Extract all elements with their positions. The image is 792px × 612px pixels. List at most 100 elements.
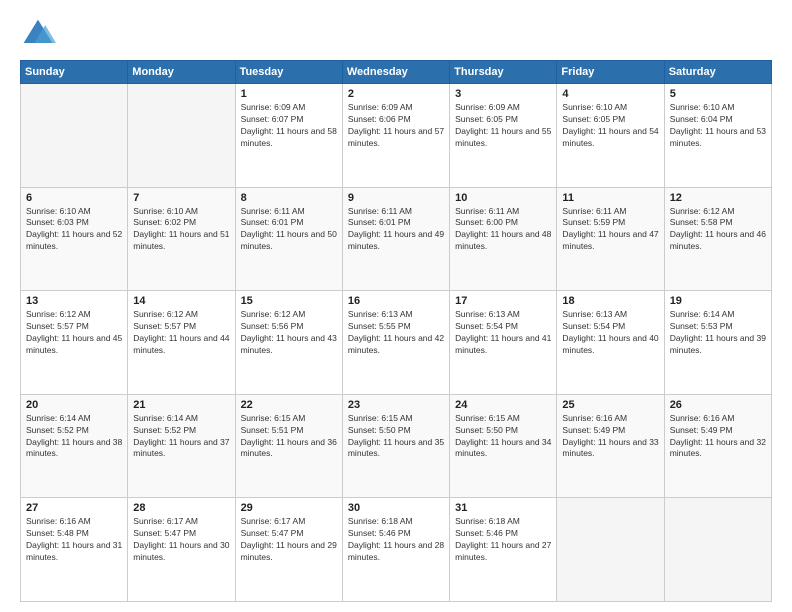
day-info: Sunrise: 6:16 AM Sunset: 5:49 PM Dayligh… xyxy=(670,413,766,461)
day-cell: 10 Sunrise: 6:11 AM Sunset: 6:00 PM Dayli… xyxy=(450,187,557,291)
day-number: 24 xyxy=(455,399,551,411)
day-info: Sunrise: 6:15 AM Sunset: 5:51 PM Dayligh… xyxy=(241,413,337,461)
day-info: Sunrise: 6:10 AM Sunset: 6:05 PM Dayligh… xyxy=(562,102,658,150)
day-cell: 20Sunrise: 6:14 AM Sunset: 5:52 PM Dayli… xyxy=(21,394,128,498)
day-number: 15 xyxy=(241,295,337,307)
day-cell xyxy=(664,498,771,602)
day-info: Sunrise: 6:10 AM Sunset: 6:03 PM Dayligh… xyxy=(26,206,122,254)
day-info: Sunrise: 6:18 AM Sunset: 5:46 PM Dayligh… xyxy=(348,516,444,564)
logo xyxy=(20,16,60,52)
day-info: Sunrise: 6:14 AM Sunset: 5:52 PM Dayligh… xyxy=(26,413,122,461)
day-cell: 8 Sunrise: 6:11 AM Sunset: 6:01 PM Daylig… xyxy=(235,187,342,291)
day-info: Sunrise: 6:13 AM Sunset: 5:55 PM Dayligh… xyxy=(348,309,444,357)
day-info: Sunrise: 6:09 AM Sunset: 6:05 PM Dayligh… xyxy=(455,102,551,150)
page: SundayMondayTuesdayWednesdayThursdayFrid… xyxy=(0,0,792,612)
day-number: 13 xyxy=(26,295,122,307)
day-info: Sunrise: 6:14 AM Sunset: 5:52 PM Dayligh… xyxy=(133,413,229,461)
day-cell xyxy=(557,498,664,602)
day-number: 9 xyxy=(348,192,444,204)
day-header-tuesday: Tuesday xyxy=(235,61,342,84)
day-cell: 11Sunrise: 6:11 AM Sunset: 5:59 PM Dayli… xyxy=(557,187,664,291)
day-cell: 3 Sunrise: 6:09 AM Sunset: 6:05 PM Daylig… xyxy=(450,84,557,188)
day-number: 25 xyxy=(562,399,658,411)
day-cell: 1 Sunrise: 6:09 AM Sunset: 6:07 PM Daylig… xyxy=(235,84,342,188)
day-number: 19 xyxy=(670,295,766,307)
day-info: Sunrise: 6:09 AM Sunset: 6:07 PM Dayligh… xyxy=(241,102,337,150)
day-cell: 29 Sunrise: 6:17 AM Sunset: 5:47 PM Dayli… xyxy=(235,498,342,602)
day-number: 27 xyxy=(26,502,122,514)
day-info: Sunrise: 6:11 AM Sunset: 6:01 PM Dayligh… xyxy=(241,206,337,254)
day-number: 7 xyxy=(133,192,229,204)
day-info: Sunrise: 6:12 AM Sunset: 5:56 PM Dayligh… xyxy=(241,309,337,357)
day-header-saturday: Saturday xyxy=(664,61,771,84)
day-info: Sunrise: 6:17 AM Sunset: 5:47 PM Dayligh… xyxy=(133,516,229,564)
day-cell: 15 Sunrise: 6:12 AM Sunset: 5:56 PM Dayli… xyxy=(235,291,342,395)
day-info: Sunrise: 6:09 AM Sunset: 6:06 PM Dayligh… xyxy=(348,102,444,150)
day-info: Sunrise: 6:11 AM Sunset: 6:00 PM Dayligh… xyxy=(455,206,551,254)
week-row-5: 27 Sunrise: 6:16 AM Sunset: 5:48 PM Dayli… xyxy=(21,498,772,602)
day-info: Sunrise: 6:10 AM Sunset: 6:02 PM Dayligh… xyxy=(133,206,229,254)
day-cell: 24 Sunrise: 6:15 AM Sunset: 5:50 PM Dayli… xyxy=(450,394,557,498)
day-info: Sunrise: 6:16 AM Sunset: 5:49 PM Dayligh… xyxy=(562,413,658,461)
day-info: Sunrise: 6:10 AM Sunset: 6:04 PM Dayligh… xyxy=(670,102,766,150)
day-number: 12 xyxy=(670,192,766,204)
logo-icon xyxy=(20,16,56,52)
day-number: 22 xyxy=(241,399,337,411)
day-info: Sunrise: 6:11 AM Sunset: 6:01 PM Dayligh… xyxy=(348,206,444,254)
day-number: 18 xyxy=(562,295,658,307)
day-info: Sunrise: 6:12 AM Sunset: 5:58 PM Dayligh… xyxy=(670,206,766,254)
week-row-4: 20Sunrise: 6:14 AM Sunset: 5:52 PM Dayli… xyxy=(21,394,772,498)
day-number: 26 xyxy=(670,399,766,411)
day-header-wednesday: Wednesday xyxy=(342,61,449,84)
day-number: 2 xyxy=(348,88,444,100)
day-number: 30 xyxy=(348,502,444,514)
day-info: Sunrise: 6:13 AM Sunset: 5:54 PM Dayligh… xyxy=(562,309,658,357)
day-cell: 25 Sunrise: 6:16 AM Sunset: 5:49 PM Dayli… xyxy=(557,394,664,498)
day-number: 14 xyxy=(133,295,229,307)
day-cell: 4 Sunrise: 6:10 AM Sunset: 6:05 PM Daylig… xyxy=(557,84,664,188)
day-number: 3 xyxy=(455,88,551,100)
day-info: Sunrise: 6:12 AM Sunset: 5:57 PM Dayligh… xyxy=(133,309,229,357)
week-row-2: 6 Sunrise: 6:10 AM Sunset: 6:03 PM Daylig… xyxy=(21,187,772,291)
day-cell: 27 Sunrise: 6:16 AM Sunset: 5:48 PM Dayli… xyxy=(21,498,128,602)
day-header-friday: Friday xyxy=(557,61,664,84)
day-cell xyxy=(21,84,128,188)
day-number: 4 xyxy=(562,88,658,100)
day-cell: 9 Sunrise: 6:11 AM Sunset: 6:01 PM Daylig… xyxy=(342,187,449,291)
day-cell: 18 Sunrise: 6:13 AM Sunset: 5:54 PM Dayli… xyxy=(557,291,664,395)
week-row-3: 13 Sunrise: 6:12 AM Sunset: 5:57 PM Dayli… xyxy=(21,291,772,395)
day-cell: 2 Sunrise: 6:09 AM Sunset: 6:06 PM Daylig… xyxy=(342,84,449,188)
day-info: Sunrise: 6:18 AM Sunset: 5:46 PM Dayligh… xyxy=(455,516,551,564)
day-info: Sunrise: 6:17 AM Sunset: 5:47 PM Dayligh… xyxy=(241,516,337,564)
day-number: 28 xyxy=(133,502,229,514)
day-number: 21 xyxy=(133,399,229,411)
day-cell: 19 Sunrise: 6:14 AM Sunset: 5:53 PM Dayli… xyxy=(664,291,771,395)
day-info: Sunrise: 6:16 AM Sunset: 5:48 PM Dayligh… xyxy=(26,516,122,564)
day-cell: 17 Sunrise: 6:13 AM Sunset: 5:54 PM Dayli… xyxy=(450,291,557,395)
day-cell: 21 Sunrise: 6:14 AM Sunset: 5:52 PM Dayli… xyxy=(128,394,235,498)
week-row-1: 1 Sunrise: 6:09 AM Sunset: 6:07 PM Daylig… xyxy=(21,84,772,188)
day-info: Sunrise: 6:15 AM Sunset: 5:50 PM Dayligh… xyxy=(455,413,551,461)
day-number: 23 xyxy=(348,399,444,411)
day-cell: 6 Sunrise: 6:10 AM Sunset: 6:03 PM Daylig… xyxy=(21,187,128,291)
day-number: 16 xyxy=(348,295,444,307)
day-number: 5 xyxy=(670,88,766,100)
day-cell: 22 Sunrise: 6:15 AM Sunset: 5:51 PM Dayli… xyxy=(235,394,342,498)
day-cell: 23 Sunrise: 6:15 AM Sunset: 5:50 PM Dayli… xyxy=(342,394,449,498)
day-cell: 7 Sunrise: 6:10 AM Sunset: 6:02 PM Daylig… xyxy=(128,187,235,291)
day-number: 10 xyxy=(455,192,551,204)
day-number: 31 xyxy=(455,502,551,514)
day-number: 11 xyxy=(562,192,658,204)
day-number: 1 xyxy=(241,88,337,100)
header-row: SundayMondayTuesdayWednesdayThursdayFrid… xyxy=(21,61,772,84)
day-cell: 28 Sunrise: 6:17 AM Sunset: 5:47 PM Dayli… xyxy=(128,498,235,602)
day-info: Sunrise: 6:14 AM Sunset: 5:53 PM Dayligh… xyxy=(670,309,766,357)
day-number: 17 xyxy=(455,295,551,307)
day-number: 8 xyxy=(241,192,337,204)
day-cell xyxy=(128,84,235,188)
day-info: Sunrise: 6:15 AM Sunset: 5:50 PM Dayligh… xyxy=(348,413,444,461)
day-info: Sunrise: 6:13 AM Sunset: 5:54 PM Dayligh… xyxy=(455,309,551,357)
day-number: 6 xyxy=(26,192,122,204)
day-number: 29 xyxy=(241,502,337,514)
day-cell: 5 Sunrise: 6:10 AM Sunset: 6:04 PM Daylig… xyxy=(664,84,771,188)
